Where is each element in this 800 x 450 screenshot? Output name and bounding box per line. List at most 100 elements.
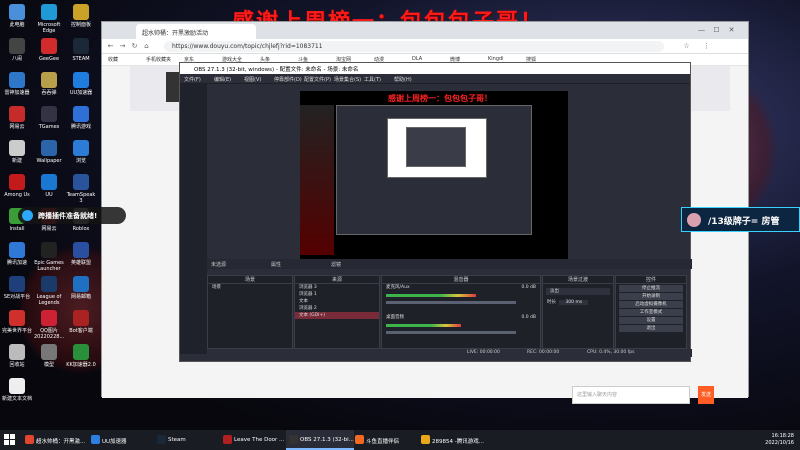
desktop-icon[interactable]: Wallpaper [34,140,64,164]
obs-preview[interactable]: 感谢上周榜一：包包包子哥！ [300,91,568,263]
taskbar-app[interactable]: UU加速器 [88,430,127,450]
chat-input[interactable]: 这里输入聊天内容 [572,386,690,404]
control-button[interactable]: 停止推流 [619,285,683,292]
desktop-icon-label: 此电脑 [9,22,25,28]
desktop-icon[interactable]: Among Us [2,174,32,198]
desktop-icon[interactable]: 浏览 [66,140,96,164]
desktop-icon[interactable]: STEAM [66,38,96,62]
taskbar-app[interactable]: 289854 -腾讯游戏... [418,430,484,450]
close-icon[interactable]: ✕ [727,26,736,35]
taskbar-app[interactable]: Steam [154,430,186,450]
desktop-icon[interactable]: SE对战平台 [2,276,32,300]
send-button[interactable]: 发送 [698,386,714,404]
desktop-icon[interactable]: 腾讯加速 [2,242,32,266]
app-icon [9,38,25,54]
home-icon[interactable]: ⌂ [142,42,151,51]
desktop-icon[interactable]: 网易邮箱 [66,276,96,300]
nested-capture-1 [336,105,532,235]
source-item[interactable]: 浏览器 2 [295,305,379,312]
obs-menu-item[interactable]: 视图(V) [244,76,261,83]
extensions-icon[interactable]: ⋮ [702,42,711,51]
source-item[interactable]: 浏览器 3 [295,284,379,291]
desktop-icon[interactable]: 回收站 [2,344,32,368]
volume-fader[interactable] [386,301,516,304]
taskbar-app[interactable]: 斗鱼直播伴侣 [352,430,399,450]
source-item[interactable]: 文本 [295,298,379,305]
obs-menu-item[interactable]: 场景集合(S) [334,76,361,83]
nested-capture-3 [406,127,466,167]
taskbar-app[interactable]: Leave The Door ... [220,430,284,450]
desktop-icon[interactable]: 网易云 [2,106,32,130]
obs-menu-item[interactable]: 帮助(H) [394,76,412,83]
desktop-icon[interactable]: Bot客户端 [66,310,96,334]
app-icon [91,435,100,444]
desktop-icon[interactable]: 腾讯游戏 [66,106,96,130]
control-button[interactable]: 开始录制 [619,293,683,300]
desktop-icon[interactable]: 完美世界平台 [2,310,32,334]
desktop-icon[interactable]: 英雄联盟 [66,242,96,266]
desktop-icon[interactable]: Epic Games Launcher [34,242,64,272]
source-item[interactable]: 文本 (GDI+) [295,312,379,319]
scene-item[interactable]: 场景 [208,284,292,291]
controls-panel: 控件 停止推流 开始录制 启动虚拟摄像机 工作室模式 设置 退出 [615,275,687,349]
star-icon[interactable]: ☆ [682,42,691,51]
desktop-icon-label: Bot客户端 [69,328,93,334]
desktop-icon[interactable]: TeamSpeak 3 [66,174,96,204]
bookmark-item[interactable]: 收藏 [108,56,118,63]
taskbar-app[interactable]: OBS 27.1.3 (32-bi... [286,430,354,450]
taskbar-clock[interactable]: 16:18:28 2022/10/16 [765,433,794,447]
obs-menu-item[interactable]: 停靠部件(D) [274,76,302,83]
desktop-icon-label: 模型 [43,362,54,368]
app-icon [9,344,25,360]
taskbar-app[interactable]: 超水帅桶：开黑激... [22,430,85,450]
control-button[interactable]: 设置 [619,317,683,324]
desktop-icon[interactable]: 雷神加速器 [2,72,32,96]
minimize-icon[interactable]: — [697,26,706,35]
browser-tab[interactable]: 超水帅桶：开黑激励活动 [136,24,256,39]
app-icon [421,435,430,444]
mixer-channel-db: 0.0 dB [521,285,536,290]
desktop-icon[interactable]: 八闹 [2,38,32,62]
sources-header: 来源 [295,276,379,284]
obs-menu-item[interactable]: 配置文件(P) [304,76,331,83]
refresh-icon[interactable]: ↻ [130,42,139,51]
back-icon[interactable]: ← [106,42,115,51]
dock-tab[interactable]: 属性 [271,261,281,268]
control-button[interactable]: 启动虚拟摄像机 [619,301,683,308]
control-button[interactable]: 退出 [619,325,683,332]
desktop-icon[interactable]: GeeGee [34,38,64,62]
desktop-icon[interactable]: UU [34,174,64,198]
dock-tab[interactable]: 滤镜 [331,261,341,268]
desktop-icon[interactable]: 新建 [2,140,32,164]
dock-tab[interactable]: 未选源 [211,261,226,268]
clock-time: 16:18:28 [771,433,794,439]
control-button[interactable]: 工作室模式 [619,309,683,316]
desktop-icon[interactable]: TGames [34,106,64,130]
desktop-icon[interactable]: 模型 [34,344,64,368]
obs-menu-item[interactable]: 文件(F) [184,76,201,83]
volume-fader[interactable] [386,331,516,334]
desktop-icon-label: 八闹 [11,56,22,62]
desktop-icon[interactable]: QQ图片 20220228... [34,310,64,340]
transition-type-select[interactable]: 淡出 [546,288,610,295]
desktop-icon[interactable]: UU加速器 [66,72,96,96]
desktop-icon[interactable]: Microsoft Edge [34,4,64,34]
desktop-icon[interactable]: 此电脑 [2,4,32,28]
obs-menu-item[interactable]: 编辑(E) [214,76,231,83]
duration-input[interactable]: 300 ms [559,300,589,305]
windows-start-icon[interactable] [4,434,16,446]
desktop-icon[interactable]: League of Legends [34,276,64,306]
url-input[interactable]: https://www.douyu.com/topic/chjlefj?rid=… [164,41,664,52]
source-item[interactable]: 浏览器 1 [295,291,379,298]
obs-menu-item[interactable]: 工具(T) [364,76,381,83]
desktop-icon[interactable]: 控制面板 [66,4,96,28]
desktop-icon[interactable]: 新建文本文档 [2,378,32,402]
desktop-icon[interactable]: 吞吞弹 [34,72,64,96]
forward-icon[interactable]: → [118,42,127,51]
mixer-channel-name: 麦克风/Aux [386,285,410,290]
bookmark-item[interactable]: 手机收藏夹 [146,56,171,63]
admin-badge-text: /13级牌子= 房管 [708,217,780,227]
desktop-icon[interactable]: KK加速器2.0 [66,344,96,368]
desktop-icon-label: Microsoft Edge [37,22,61,34]
maximize-icon[interactable]: ☐ [712,26,721,35]
